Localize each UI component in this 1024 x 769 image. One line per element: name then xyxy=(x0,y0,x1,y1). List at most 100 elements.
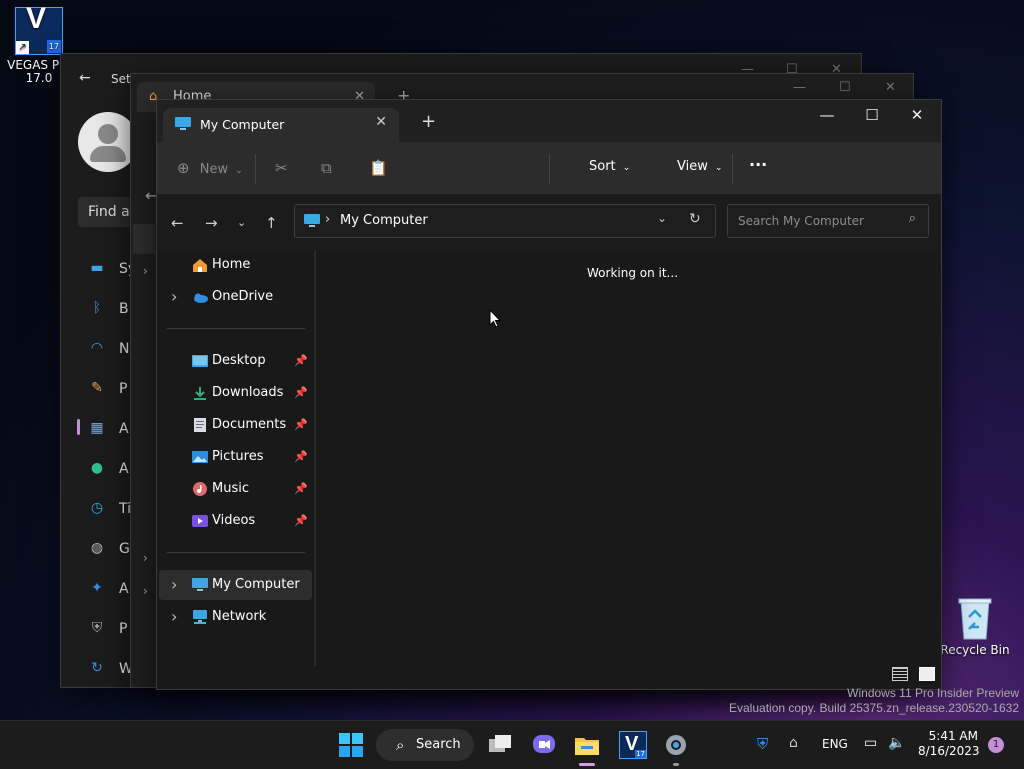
settings-nav-item[interactable]: ▬ Sy xyxy=(87,260,136,278)
address-row: ← → ⌄ ↑ › My Computer ⌄ ↻ ⌕ xyxy=(157,194,941,250)
maximize-button[interactable]: ☐ xyxy=(852,106,892,124)
download-icon xyxy=(194,387,206,400)
nav-divider xyxy=(167,552,305,553)
settings-nav-item[interactable]: ◠ N xyxy=(87,340,130,358)
back-arrow-icon[interactable]: ← xyxy=(171,214,184,232)
breadcrumb-my-computer[interactable]: My Computer xyxy=(340,213,428,228)
tab-close-icon[interactable]: ✕ xyxy=(375,114,387,130)
network-icon xyxy=(193,610,207,624)
network-disconnected-icon[interactable]: ⌂ xyxy=(789,735,798,751)
up-arrow-icon[interactable]: ↑ xyxy=(265,214,278,232)
chevron-right-icon[interactable]: › xyxy=(171,602,177,632)
video-icon xyxy=(192,515,208,527)
nav-item-videos[interactable]: Videos 📌 xyxy=(159,506,312,536)
watermark-line2: Evaluation copy. Build 25375.zn_release.… xyxy=(729,701,1019,715)
recent-locations-chevron-icon[interactable]: ⌄ xyxy=(237,216,246,229)
notification-badge[interactable]: 1 xyxy=(988,737,1004,753)
toolbar-separator xyxy=(732,154,733,184)
settings-nav-item[interactable]: ▦ A xyxy=(87,420,128,438)
file-explorer-taskbar-icon[interactable] xyxy=(573,731,601,759)
settings-nav-item[interactable]: ✦ A xyxy=(87,580,128,598)
new-tab-button[interactable]: + xyxy=(421,113,436,131)
chevron-right-icon[interactable]: › xyxy=(143,264,148,278)
minimize-button[interactable]: — xyxy=(793,80,806,95)
settings-taskbar-icon[interactable] xyxy=(662,731,690,759)
nav-item-desktop[interactable]: Desktop 📌 xyxy=(159,346,312,376)
nav-item-music[interactable]: Music 📌 xyxy=(159,474,312,504)
language-indicator[interactable]: ENG xyxy=(822,737,848,751)
vegas-taskbar-icon[interactable]: V 17 xyxy=(619,731,647,759)
nav-item-onedrive[interactable]: › OneDrive xyxy=(159,282,312,312)
recycle-bin-desktop-icon[interactable]: Recycle Bin xyxy=(940,597,1010,657)
teams-chat-icon[interactable] xyxy=(530,731,558,759)
my-computer-explorer-window[interactable]: My Computer ✕ + — ☐ ✕ ⊕ New ⌄ ✂ ⧉ 📋 Sort… xyxy=(156,99,942,690)
pin-icon[interactable]: 📌 xyxy=(294,506,308,536)
tab-my-computer[interactable]: My Computer ✕ xyxy=(163,108,399,142)
pin-icon[interactable]: 📌 xyxy=(294,346,308,376)
search-icon[interactable]: ⌕ xyxy=(909,211,916,226)
copy-button[interactable]: ⧉ xyxy=(321,159,332,177)
nav-item-label: My Computer xyxy=(212,577,300,592)
nav-item-pictures[interactable]: Pictures 📌 xyxy=(159,442,312,472)
view-button[interactable]: View ⌄ xyxy=(677,159,723,174)
tiles-view-icon[interactable] xyxy=(919,667,935,681)
start-button[interactable] xyxy=(337,731,365,759)
nav-item-label: Documents xyxy=(212,417,287,432)
display-icon[interactable]: ▭ xyxy=(864,735,877,751)
minimize-button[interactable]: — xyxy=(807,106,847,124)
clock[interactable]: 5:41 AM 8/16/2023 xyxy=(918,729,980,759)
nav-item-my-computer[interactable]: › My Computer xyxy=(159,570,312,600)
address-bar[interactable]: › My Computer ⌄ ↻ xyxy=(294,204,716,238)
paste-button[interactable]: 📋 xyxy=(369,159,388,177)
settings-nav-item[interactable]: ◍ G xyxy=(87,540,130,558)
nav-item-documents[interactable]: Documents 📌 xyxy=(159,410,312,440)
settings-nav-item[interactable]: ◷ Ti xyxy=(87,500,131,518)
taskbar-search-button[interactable]: ⌕ Search xyxy=(376,729,474,761)
search-box[interactable]: ⌕ xyxy=(727,204,929,238)
chevron-right-icon[interactable]: › xyxy=(171,570,177,600)
sort-button[interactable]: Sort ⌄ xyxy=(589,159,630,174)
new-button-label: New xyxy=(199,162,229,177)
address-dropdown-icon[interactable]: ⌄ xyxy=(657,211,667,225)
settings-nav-item[interactable]: ● A xyxy=(87,460,129,478)
pin-icon[interactable]: 📌 xyxy=(294,442,308,472)
pin-icon[interactable]: 📌 xyxy=(294,378,308,408)
settings-nav-item[interactable]: ᛒB xyxy=(87,300,129,318)
refresh-icon[interactable]: ↻ xyxy=(689,211,701,227)
back-arrow-icon[interactable]: ← xyxy=(79,70,91,86)
close-button[interactable]: ✕ xyxy=(897,106,937,124)
pin-icon[interactable]: 📌 xyxy=(294,410,308,440)
task-view-icon[interactable] xyxy=(486,731,514,759)
settings-nav-item[interactable]: ⛨ P xyxy=(87,620,128,638)
chevron-right-icon[interactable]: › xyxy=(143,584,148,598)
volume-icon[interactable]: 🔈 xyxy=(888,735,905,751)
maximize-button[interactable]: ☐ xyxy=(839,80,851,95)
close-button[interactable]: ✕ xyxy=(885,80,896,95)
clock-icon: ◷ xyxy=(90,500,104,516)
pin-icon[interactable]: 📌 xyxy=(294,474,308,504)
music-icon xyxy=(193,482,207,496)
monitor-icon: ▬ xyxy=(90,260,104,276)
chevron-down-icon: ⌄ xyxy=(715,163,723,173)
command-bar: ⊕ New ⌄ ✂ ⧉ 📋 Sort ⌄ View ⌄ ··· xyxy=(157,142,941,194)
nav-item-label: Pictures xyxy=(212,449,264,464)
nav-item-downloads[interactable]: Downloads 📌 xyxy=(159,378,312,408)
details-view-icon[interactable] xyxy=(891,667,908,681)
search-icon: ⌕ xyxy=(396,736,405,754)
defender-shield-icon[interactable]: ⛨ xyxy=(757,735,768,753)
selection-indicator xyxy=(77,419,80,435)
nav-item-network[interactable]: › Network xyxy=(159,602,312,632)
vegas-taskbar-badge: 17 xyxy=(635,750,646,758)
settings-nav-item[interactable]: ✎ P xyxy=(87,380,127,398)
title-bar[interactable]: My Computer ✕ + — ☐ ✕ xyxy=(157,100,941,142)
breadcrumb-chevron-icon[interactable]: › xyxy=(325,212,330,227)
chevron-right-icon[interactable]: › xyxy=(143,551,148,565)
more-options-button[interactable]: ··· xyxy=(749,155,767,174)
cut-button[interactable]: ✂ xyxy=(275,159,288,177)
forward-arrow-icon[interactable]: → xyxy=(205,214,218,232)
navigation-pane-scrollbar[interactable] xyxy=(314,250,316,666)
search-input[interactable] xyxy=(736,213,900,229)
new-button[interactable]: ⊕ New ⌄ xyxy=(177,159,243,177)
nav-item-home[interactable]: Home xyxy=(159,250,312,280)
chevron-right-icon[interactable]: › xyxy=(171,282,177,312)
